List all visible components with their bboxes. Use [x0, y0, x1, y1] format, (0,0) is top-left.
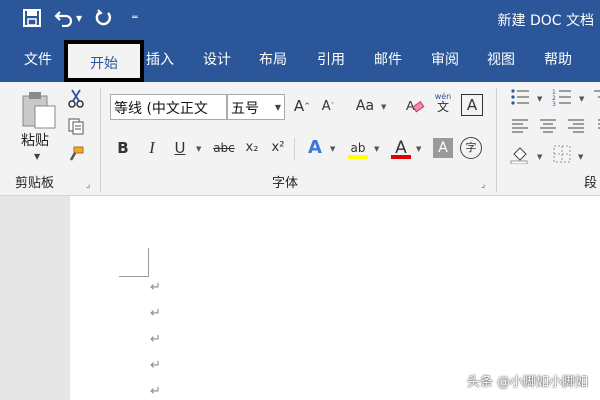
subscript-button[interactable]: x₂ — [242, 136, 262, 160]
cut-icon[interactable] — [66, 88, 86, 108]
clipboard-group-label: 剪贴板 — [15, 176, 55, 191]
tab-design[interactable]: 设计 — [192, 38, 242, 82]
paragraph-mark-icon: ↵ — [150, 358, 161, 373]
highlight-color-swatch — [348, 155, 368, 159]
paste-dropdown-icon[interactable]: ▼ — [34, 152, 40, 161]
margin-marker-horizontal — [119, 276, 149, 277]
undo-dropdown-icon[interactable]: ▼ — [76, 14, 82, 23]
grow-font-icon[interactable]: A ^ — [292, 96, 312, 116]
text-effects-button[interactable]: A — [304, 136, 326, 160]
text-effects-dropdown-icon[interactable]: ▼ — [330, 145, 335, 153]
chevron-down-icon: ▼ — [274, 103, 281, 112]
ribbon: 粘贴 ▼ 剪贴板 ⌟ 等线 (中文正文 五号 ▼ A ^ Aˇ Aa ▼ A wé… — [0, 82, 600, 196]
undo-icon[interactable] — [54, 8, 74, 28]
align-right-icon[interactable] — [566, 116, 586, 136]
highlight-label: ab — [350, 141, 366, 155]
format-painter-icon[interactable] — [66, 144, 86, 164]
watermark: 头条 @小脚如小脚如 — [466, 375, 588, 390]
customize-qat-icon[interactable]: ═ — [132, 13, 137, 23]
paragraph-shading-icon[interactable] — [510, 144, 530, 164]
document-area: ↵ ↵ ↵ ↵ ↵ — [0, 196, 600, 400]
highlight-button[interactable]: ab — [346, 136, 370, 160]
bullets-dropdown-icon[interactable]: ▼ — [537, 95, 542, 103]
borders-dropdown-icon[interactable]: ▼ — [578, 153, 583, 161]
save-icon[interactable] — [22, 8, 42, 28]
superscript-button[interactable]: x² — [268, 136, 288, 160]
shrink-font-icon[interactable]: Aˇ — [318, 96, 338, 116]
font-group-label: 字体 — [272, 176, 299, 191]
italic-button[interactable]: I — [142, 136, 162, 160]
enclose-characters-button[interactable]: 字 — [460, 137, 482, 159]
phonetic-guide-button[interactable]: wén 文 — [433, 92, 453, 114]
font-size-select[interactable]: 五号 ▼ — [227, 94, 285, 120]
character-border-button[interactable]: A — [461, 94, 483, 116]
change-case-button[interactable]: Aa — [352, 96, 378, 116]
copy-icon[interactable] — [66, 116, 86, 136]
phonetic-bottom: 文 — [436, 100, 449, 114]
svg-text:3: 3 — [552, 101, 556, 106]
align-center-icon[interactable] — [538, 116, 558, 136]
paragraph-mark-icon: ↵ — [150, 332, 161, 347]
group-divider — [496, 88, 497, 192]
borders-icon[interactable] — [552, 144, 572, 164]
paragraph-mark-icon: ↵ — [150, 280, 161, 295]
quick-access-toolbar: ▼ ═ — [22, 8, 138, 28]
font-color-button[interactable]: A — [390, 136, 412, 160]
strikethrough-button[interactable]: abc — [210, 136, 238, 160]
bullets-icon[interactable] — [510, 87, 530, 107]
paragraph-mark-icon: ↵ — [150, 306, 161, 321]
paragraph-group-label: 段 — [584, 176, 598, 191]
group-divider — [100, 88, 101, 192]
font-size-value: 五号 — [231, 101, 259, 117]
tab-help[interactable]: 帮助 — [533, 38, 583, 82]
underline-dropdown-icon[interactable]: ▼ — [196, 145, 201, 153]
title-bar: ▼ ═ 新建 DOC 文档 — [0, 0, 600, 38]
paste-button-label[interactable]: 粘贴 — [21, 130, 49, 150]
font-name-select[interactable]: 等线 (中文正文 — [110, 94, 227, 120]
numbering-icon[interactable]: 123 — [552, 87, 572, 107]
format-divider — [294, 138, 295, 160]
tab-references[interactable]: 引用 — [306, 38, 356, 82]
tab-mailings[interactable]: 邮件 — [363, 38, 413, 82]
tab-layout[interactable]: 布局 — [248, 38, 298, 82]
paste-icon[interactable] — [20, 90, 58, 130]
margin-marker-vertical — [148, 248, 149, 277]
font-launcher-icon[interactable]: ⌟ — [481, 180, 485, 190]
underline-button[interactable]: U — [170, 136, 190, 160]
ribbon-tab-bar: 文件 开始 插入 设计 布局 引用 邮件 审阅 视图 帮助 — [0, 38, 600, 82]
align-left-icon[interactable] — [510, 116, 530, 136]
font-color-dropdown-icon[interactable]: ▼ — [416, 145, 421, 153]
multilevel-list-icon[interactable] — [592, 87, 600, 107]
tab-review[interactable]: 审阅 — [420, 38, 470, 82]
font-name-value: 等线 (中文正文 — [114, 101, 208, 117]
tab-file[interactable]: 文件 — [10, 38, 66, 82]
font-color-swatch — [391, 155, 411, 159]
tab-insert[interactable]: 插入 — [136, 38, 184, 82]
bold-button[interactable]: B — [113, 136, 133, 160]
shading-dropdown-icon[interactable]: ▼ — [537, 153, 542, 161]
window-title: 新建 DOC 文档 — [497, 13, 594, 29]
svg-text:A: A — [406, 98, 415, 113]
numbering-dropdown-icon[interactable]: ▼ — [579, 95, 584, 103]
highlight-dropdown-icon[interactable]: ▼ — [374, 145, 379, 153]
clipboard-launcher-icon[interactable]: ⌟ — [86, 180, 90, 190]
paragraph-mark-icon: ↵ — [150, 384, 161, 399]
change-case-dropdown-icon[interactable]: ▼ — [381, 103, 386, 111]
tab-view[interactable]: 视图 — [476, 38, 526, 82]
character-shading-button[interactable]: A — [433, 138, 453, 158]
redo-icon[interactable] — [94, 8, 114, 28]
justify-icon[interactable] — [592, 116, 600, 136]
clear-formatting-icon[interactable]: A — [405, 96, 425, 116]
tab-home[interactable]: 开始 — [64, 40, 144, 82]
